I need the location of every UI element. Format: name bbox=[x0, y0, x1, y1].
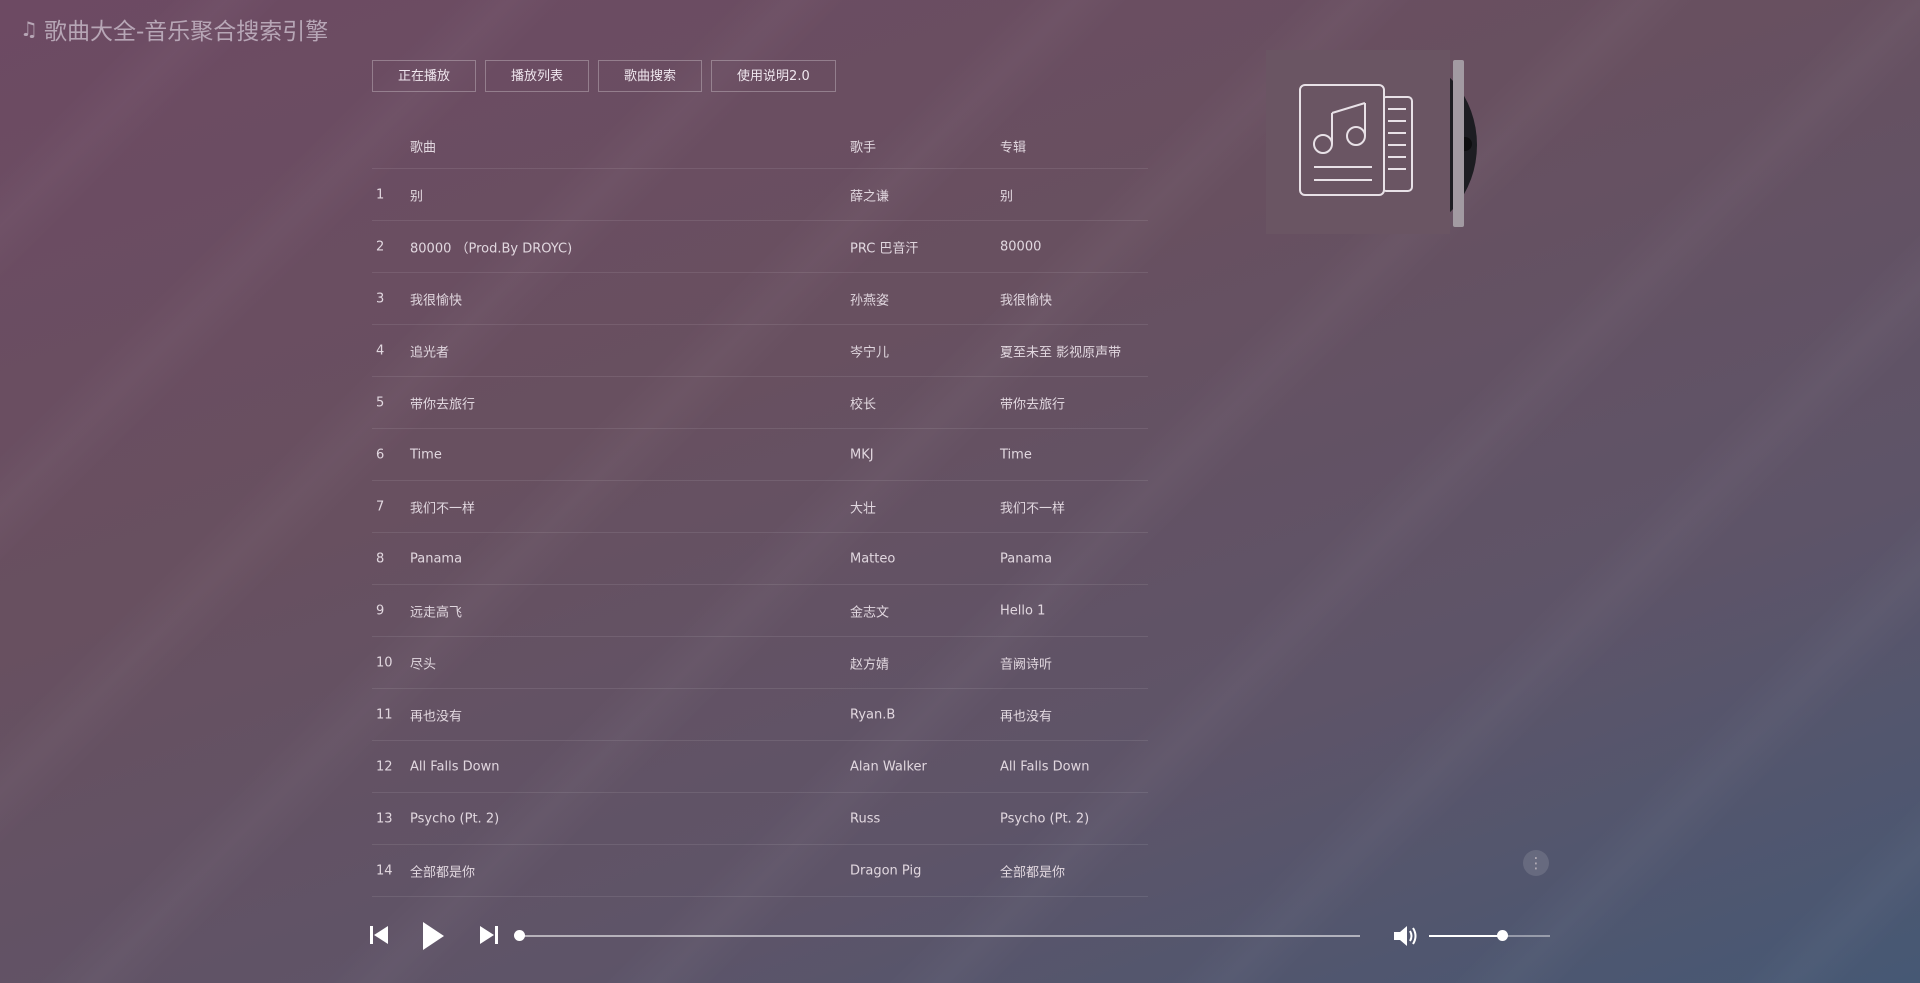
header-song: 歌曲 bbox=[410, 140, 437, 156]
music-note-icon: ♫ bbox=[20, 17, 38, 41]
song-title: 追光者 bbox=[410, 345, 450, 360]
row-index: 7 bbox=[376, 499, 385, 514]
artist-name: 赵方婧 bbox=[850, 657, 890, 672]
album-name: 80000 bbox=[1000, 239, 1042, 254]
row-index: 14 bbox=[376, 863, 393, 878]
row-index: 2 bbox=[376, 239, 385, 254]
row-index: 13 bbox=[376, 811, 393, 826]
table-row[interactable]: 2 80000 （Prod.By DROYC) PRC 巴音汗 80000 bbox=[372, 221, 1148, 273]
table-row[interactable]: 10 尽头 赵方婧 音阙诗听 bbox=[372, 637, 1148, 689]
volume-slider[interactable] bbox=[1429, 930, 1550, 941]
row-index: 11 bbox=[376, 707, 393, 722]
album-name: All Falls Down bbox=[1000, 759, 1090, 774]
table-row[interactable]: 9 远走高飞 金志文 Hello 1 bbox=[372, 585, 1148, 637]
album-cover bbox=[1266, 50, 1450, 234]
artist-name: 孙燕姿 bbox=[850, 293, 890, 308]
song-title: Time bbox=[410, 447, 442, 462]
song-title: 别 bbox=[410, 189, 424, 204]
tab-now-playing[interactable]: 正在播放 bbox=[372, 60, 477, 92]
song-title: Panama bbox=[410, 551, 463, 566]
row-index: 3 bbox=[376, 291, 385, 306]
album-name: 我很愉快 bbox=[1000, 293, 1053, 308]
song-title: 全部都是你 bbox=[410, 865, 476, 880]
artist-name: 大壮 bbox=[850, 501, 877, 516]
more-vertical-icon[interactable]: ⋮ bbox=[1523, 850, 1549, 876]
song-title: 远走高飞 bbox=[410, 605, 463, 620]
artist-name: 校长 bbox=[850, 397, 877, 412]
album-name: 带你去旅行 bbox=[1000, 397, 1066, 412]
tab-song-search[interactable]: 歌曲搜索 bbox=[598, 60, 703, 92]
artist-name: Ryan.B bbox=[850, 707, 896, 722]
song-list-header: 歌曲 歌手 专辑 bbox=[372, 124, 1148, 169]
table-row[interactable]: 8 Panama Matteo Panama bbox=[372, 533, 1148, 585]
song-title: 80000 （Prod.By DROYC) bbox=[410, 241, 573, 256]
artist-name: Dragon Pig bbox=[850, 863, 922, 878]
play-icon[interactable] bbox=[420, 920, 446, 952]
row-index: 12 bbox=[376, 759, 393, 774]
table-row[interactable]: 5 带你去旅行 校长 带你去旅行 bbox=[372, 377, 1148, 429]
progress-knob[interactable] bbox=[514, 930, 525, 941]
album-name: 音阙诗听 bbox=[1000, 657, 1053, 672]
tab-bar: 正在播放 播放列表 歌曲搜索 使用说明2.0 bbox=[372, 60, 836, 92]
progress-bar[interactable] bbox=[514, 930, 1360, 941]
artist-name: 薛之谦 bbox=[850, 189, 890, 204]
album-name: Time bbox=[1000, 447, 1032, 462]
table-row[interactable]: 6 Time MKJ Time bbox=[372, 429, 1148, 481]
player-bar bbox=[0, 912, 1920, 962]
song-title: Psycho (Pt. 2) bbox=[410, 811, 500, 826]
app-title-text: 歌曲大全-音乐聚合搜索引擎 bbox=[43, 19, 329, 45]
volume-knob[interactable] bbox=[1496, 930, 1508, 941]
row-index: 9 bbox=[376, 603, 385, 618]
table-row[interactable]: 7 我们不一样 大壮 我们不一样 bbox=[372, 481, 1148, 533]
row-index: 10 bbox=[376, 655, 393, 670]
table-row[interactable]: 3 我很愉快 孙燕姿 我很愉快 bbox=[372, 273, 1148, 325]
row-index: 6 bbox=[376, 447, 385, 462]
song-title: 再也没有 bbox=[410, 709, 463, 724]
app-title: ♫ 歌曲大全-音乐聚合搜索引擎 bbox=[20, 12, 328, 46]
album-name: Psycho (Pt. 2) bbox=[1000, 811, 1090, 826]
album-name: 我们不一样 bbox=[1000, 501, 1066, 516]
artist-name: PRC 巴音汗 bbox=[850, 241, 919, 256]
tab-playlist[interactable]: 播放列表 bbox=[485, 60, 590, 92]
album-name: Panama bbox=[1000, 551, 1053, 566]
artist-name: Alan Walker bbox=[850, 759, 927, 774]
song-title: 尽头 bbox=[410, 657, 437, 672]
song-title: 我很愉快 bbox=[410, 293, 463, 308]
song-list: 歌曲 歌手 专辑 1 别 薛之谦 别 2 80000 （Prod.By DROYC) PRC… bbox=[372, 124, 1148, 897]
song-title: 带你去旅行 bbox=[410, 397, 476, 412]
row-index: 1 bbox=[376, 187, 385, 202]
artist-name: 金志文 bbox=[850, 605, 890, 620]
artist-name: Russ bbox=[850, 811, 881, 826]
row-index: 8 bbox=[376, 551, 385, 566]
album-name: 全部都是你 bbox=[1000, 865, 1066, 880]
table-row[interactable]: 14 全部都是你 Dragon Pig 全部都是你 bbox=[372, 845, 1148, 897]
album-name: 夏至未至 影视原声带 bbox=[1000, 345, 1122, 360]
table-row[interactable]: 11 再也没有 Ryan.B 再也没有 bbox=[372, 689, 1148, 741]
cover-edge bbox=[1453, 60, 1464, 227]
song-title: 我们不一样 bbox=[410, 501, 476, 516]
album-name: 再也没有 bbox=[1000, 709, 1053, 724]
table-row[interactable]: 1 别 薛之谦 别 bbox=[372, 169, 1148, 221]
artist-name: 岑宁儿 bbox=[850, 345, 890, 360]
tab-instructions[interactable]: 使用说明2.0 bbox=[711, 60, 836, 92]
song-rows: 1 别 薛之谦 别 2 80000 （Prod.By DROYC) PRC 巴音汗 80000… bbox=[372, 169, 1148, 897]
header-album: 专辑 bbox=[1000, 140, 1027, 156]
table-row[interactable]: 12 All Falls Down Alan Walker All Falls Dow… bbox=[372, 741, 1148, 793]
volume-fill bbox=[1429, 935, 1502, 937]
artist-name: MKJ bbox=[850, 447, 874, 462]
song-title: All Falls Down bbox=[410, 759, 500, 774]
table-row[interactable]: 13 Psycho (Pt. 2) Russ Psycho (Pt. 2) bbox=[372, 793, 1148, 845]
volume-icon[interactable] bbox=[1392, 924, 1420, 948]
artist-name: Matteo bbox=[850, 551, 896, 566]
skip-next-icon[interactable] bbox=[478, 924, 500, 946]
table-row[interactable]: 4 追光者 岑宁儿 夏至未至 影视原声带 bbox=[372, 325, 1148, 377]
header-artist: 歌手 bbox=[850, 140, 877, 156]
skip-previous-icon[interactable] bbox=[368, 924, 390, 946]
row-index: 4 bbox=[376, 343, 385, 358]
row-index: 5 bbox=[376, 395, 385, 410]
music-document-icon bbox=[1299, 84, 1413, 196]
album-name: 别 bbox=[1000, 189, 1014, 204]
album-name: Hello 1 bbox=[1000, 603, 1046, 618]
